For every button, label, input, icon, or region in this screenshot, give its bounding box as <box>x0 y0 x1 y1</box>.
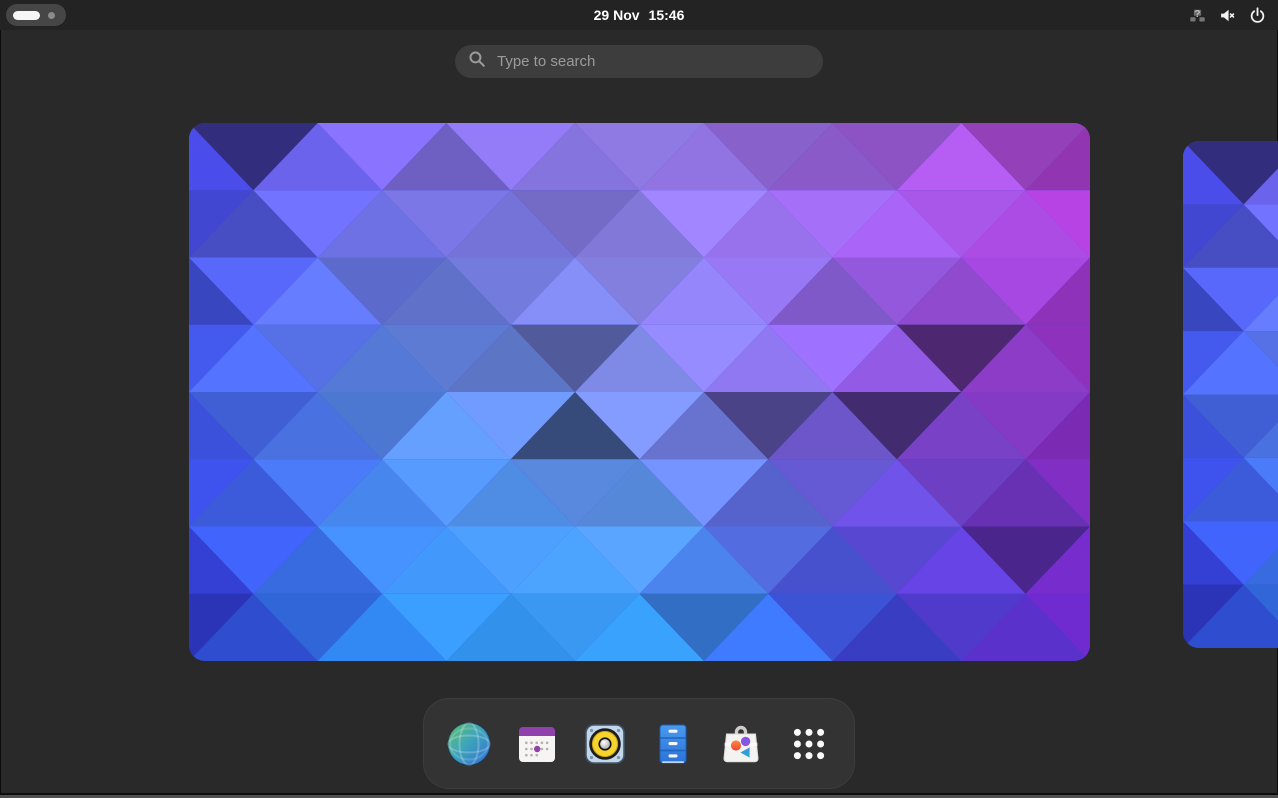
workspace-indicator[interactable] <box>6 4 66 26</box>
system-status-area[interactable]: ? <box>1189 0 1266 30</box>
network-unknown-icon: ? <box>1189 7 1206 24</box>
volume-muted-icon <box>1219 7 1236 24</box>
active-workspace-pill <box>13 11 40 20</box>
top-bar: 29 Nov 15:46 ? <box>0 0 1278 30</box>
dock-app-files[interactable] <box>646 709 700 779</box>
software-store-bag-icon <box>717 720 765 768</box>
dock-app-grid-button[interactable] <box>782 709 836 779</box>
dock-app-web-browser[interactable] <box>442 709 496 779</box>
workspace-thumbnail-next[interactable] <box>1183 141 1278 648</box>
web-browser-globe-icon <box>445 720 493 768</box>
dock-app-music-player[interactable] <box>578 709 632 779</box>
workspace-thumbnail-current[interactable] <box>189 123 1090 661</box>
dock-app-software[interactable] <box>714 709 768 779</box>
clock-time: 15:46 <box>649 7 685 23</box>
clock-date: 29 Nov <box>594 7 640 23</box>
search-icon <box>468 50 486 73</box>
search-input[interactable] <box>495 52 815 71</box>
files-cabinet-icon <box>649 720 697 768</box>
calendar-icon <box>513 720 561 768</box>
wallpaper-image <box>189 123 1090 661</box>
inactive-workspace-dot <box>48 12 55 19</box>
dock-app-calendar[interactable] <box>510 709 564 779</box>
power-icon <box>1249 7 1266 24</box>
svg-text:?: ? <box>1194 8 1200 19</box>
dash-dock <box>423 698 855 789</box>
app-grid-icon <box>785 720 833 768</box>
clock-button[interactable]: 29 Nov 15:46 <box>594 0 685 30</box>
gnome-activities-overview: 29 Nov 15:46 ? <box>0 0 1278 798</box>
screen-bottom-edge <box>0 793 1278 798</box>
search-entry[interactable] <box>455 45 823 78</box>
music-speaker-icon <box>581 720 629 768</box>
wallpaper-image <box>1183 141 1278 648</box>
